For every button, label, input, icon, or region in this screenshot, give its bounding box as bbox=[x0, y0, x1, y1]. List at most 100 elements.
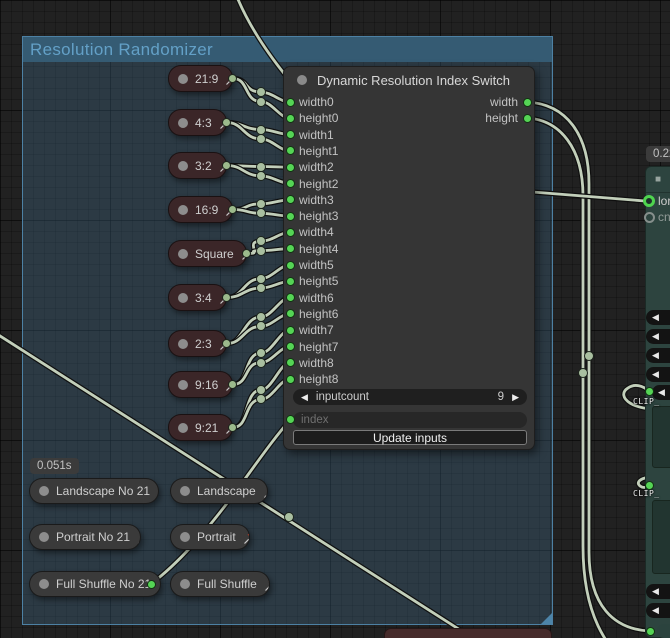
output-port-ratio-5[interactable] bbox=[221, 293, 231, 302]
widget-pill[interactable]: ◀ bbox=[646, 367, 670, 382]
widget-pill[interactable]: ◀ bbox=[646, 348, 670, 363]
input-port[interactable] bbox=[285, 293, 295, 303]
node-collapse-dot[interactable] bbox=[39, 532, 49, 542]
node-mode-1[interactable]: Landscape bbox=[170, 478, 268, 504]
node-collapse-dot[interactable] bbox=[178, 422, 188, 433]
node-collapse-dot[interactable] bbox=[178, 160, 188, 171]
node-mode-4[interactable]: Full Shuffle No 21 bbox=[29, 571, 161, 597]
input-port[interactable] bbox=[285, 227, 295, 237]
reroute-dot[interactable] bbox=[256, 273, 266, 284]
reroute-dot[interactable] bbox=[256, 170, 266, 181]
node-collapse-dot[interactable] bbox=[39, 579, 49, 589]
input-port-cne[interactable] bbox=[643, 211, 655, 223]
reroute-dot[interactable] bbox=[256, 124, 266, 135]
node-collapse-dot[interactable] bbox=[178, 379, 188, 390]
input-port[interactable] bbox=[285, 325, 295, 335]
node-collapse-dot[interactable] bbox=[180, 532, 190, 542]
output-port-ratio-8[interactable] bbox=[227, 423, 237, 432]
node-header[interactable]: Dynamic Resolution Index Switch bbox=[284, 67, 534, 93]
node-ratio-3[interactable]: 16:9 bbox=[168, 196, 233, 223]
node-collapse-dot[interactable] bbox=[178, 248, 188, 259]
index-widget[interactable]: index bbox=[293, 412, 527, 428]
output-port-width[interactable] bbox=[522, 97, 532, 107]
input-port-lora[interactable] bbox=[643, 195, 655, 207]
inputcount-widget[interactable]: ◀ inputcount 9 ▶ bbox=[293, 389, 527, 405]
input-port[interactable] bbox=[285, 97, 295, 107]
node-collapse-dot[interactable] bbox=[39, 486, 49, 496]
node-ratio-4[interactable]: Square bbox=[168, 240, 247, 267]
node-mode-2[interactable]: Portrait No 21 bbox=[29, 524, 141, 550]
output-port-ratio-3[interactable] bbox=[227, 205, 237, 214]
text-area[interactable] bbox=[652, 500, 670, 574]
node-ratio-1[interactable]: 4:3 bbox=[168, 109, 227, 136]
node-ratio-8[interactable]: 9:21 bbox=[168, 414, 233, 441]
output-port-ratio-1[interactable] bbox=[221, 118, 231, 127]
reroute-dot[interactable] bbox=[256, 245, 266, 256]
clip-port[interactable] bbox=[644, 386, 654, 396]
input-port-index[interactable] bbox=[285, 415, 295, 424]
input-port[interactable] bbox=[285, 374, 295, 384]
node-collapse-dot[interactable] bbox=[180, 579, 190, 589]
widget-pill[interactable]: ◀ bbox=[646, 310, 670, 325]
input-port-bottom[interactable] bbox=[645, 626, 655, 636]
input-port[interactable] bbox=[285, 244, 295, 254]
widget-pill[interactable]: ◀ bbox=[646, 584, 670, 599]
reroute-dot[interactable] bbox=[284, 512, 294, 522]
execution-time-badge-right: 0.223 bbox=[646, 146, 670, 162]
reroute-dot[interactable] bbox=[256, 96, 266, 107]
widget-pill[interactable]: ◀ bbox=[646, 329, 670, 344]
input-port[interactable] bbox=[285, 358, 295, 368]
input-port[interactable] bbox=[285, 276, 295, 286]
node-graph-canvas[interactable]: Resolution Randomizer Dynamic Resolution… bbox=[0, 0, 670, 638]
update-inputs-button[interactable]: Update inputs bbox=[293, 430, 527, 445]
node-ratio-5[interactable]: 3:4 bbox=[168, 284, 227, 311]
node-ratio-6[interactable]: 2:3 bbox=[168, 330, 227, 357]
input-port[interactable] bbox=[285, 309, 295, 319]
reroute-dot[interactable] bbox=[584, 351, 594, 361]
reroute-dot[interactable] bbox=[256, 348, 266, 358]
node-bottom-partial[interactable] bbox=[384, 628, 552, 638]
node-ratio-7[interactable]: 9:16 bbox=[168, 371, 233, 398]
input-port[interactable] bbox=[285, 113, 295, 123]
collapse-square-icon[interactable]: ■ bbox=[655, 174, 661, 185]
output-port-ratio-4[interactable] bbox=[241, 249, 251, 258]
increment-arrow-icon[interactable]: ▶ bbox=[512, 389, 519, 405]
input-label: width0 bbox=[299, 95, 334, 109]
reroute-dot[interactable] bbox=[578, 368, 588, 378]
node-header[interactable]: ■ E bbox=[646, 167, 670, 193]
reroute-dot[interactable] bbox=[256, 357, 266, 368]
text-area[interactable] bbox=[652, 406, 670, 468]
node-collapse-dot[interactable] bbox=[297, 75, 307, 85]
clip-port[interactable] bbox=[644, 480, 654, 490]
port-full-shuffle[interactable] bbox=[146, 579, 156, 589]
input-port[interactable] bbox=[285, 260, 295, 270]
input-port[interactable] bbox=[285, 179, 295, 188]
reroute-dot[interactable] bbox=[256, 134, 266, 144]
node-title-label: 3:2 bbox=[195, 158, 212, 173]
node-collapse-dot[interactable] bbox=[178, 338, 188, 349]
node-ratio-2[interactable]: 3:2 bbox=[168, 152, 227, 179]
node-collapse-dot[interactable] bbox=[180, 486, 190, 496]
node-ratio-0[interactable]: 21:9 bbox=[168, 65, 233, 92]
input-port[interactable] bbox=[285, 195, 295, 205]
pushpin-icon[interactable] bbox=[243, 530, 250, 545]
node-collapse-dot[interactable] bbox=[178, 204, 188, 215]
widget-pill[interactable]: ◀ bbox=[646, 603, 670, 618]
output-port-height[interactable] bbox=[522, 113, 532, 123]
node-collapse-dot[interactable] bbox=[178, 73, 188, 84]
output-port-ratio-0[interactable] bbox=[227, 74, 237, 83]
node-collapse-dot[interactable] bbox=[178, 292, 188, 303]
input-port[interactable] bbox=[285, 162, 295, 172]
output-port-ratio-7[interactable] bbox=[227, 380, 237, 389]
output-port-ratio-2[interactable] bbox=[221, 161, 231, 170]
node-mode-3[interactable]: Portrait bbox=[170, 524, 250, 550]
input-port[interactable] bbox=[285, 130, 295, 140]
input-port[interactable] bbox=[285, 342, 295, 351]
node-collapse-dot[interactable] bbox=[178, 117, 188, 128]
input-port[interactable] bbox=[285, 211, 295, 221]
node-mode-0[interactable]: Landscape No 21 bbox=[29, 478, 159, 504]
node-mode-5[interactable]: Full Shuffle bbox=[170, 571, 270, 597]
output-port-ratio-6[interactable] bbox=[221, 339, 231, 348]
decrement-arrow-icon[interactable]: ◀ bbox=[301, 389, 308, 405]
input-port[interactable] bbox=[285, 146, 295, 156]
